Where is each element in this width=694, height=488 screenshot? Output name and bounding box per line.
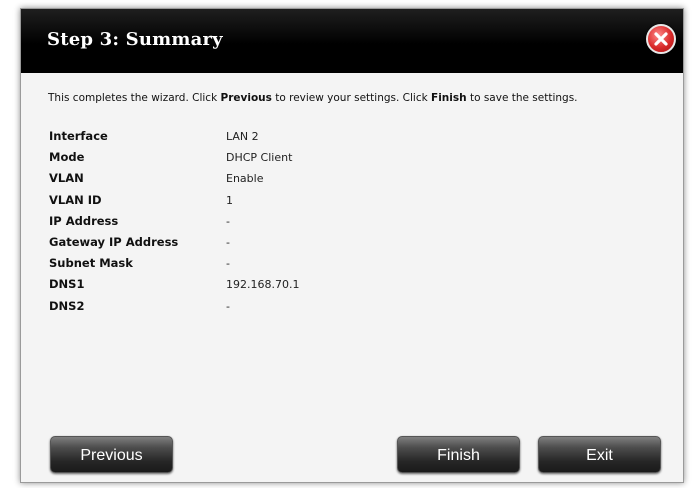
summary-value: LAN 2 <box>226 130 259 143</box>
summary-row-vlan-id: VLAN ID 1 <box>49 190 299 211</box>
summary-row-dns2: DNS2 - <box>49 296 299 317</box>
finish-button[interactable]: Finish <box>397 436 520 473</box>
summary-row-mode: Mode DHCP Client <box>49 147 299 168</box>
summary-label: VLAN <box>49 171 84 186</box>
summary-label: Interface <box>49 129 108 143</box>
intro-text-part3: to save the settings. <box>466 92 578 104</box>
summary-label: VLAN ID <box>49 192 102 207</box>
summary-label: DNS2 <box>49 298 85 313</box>
intro-text-part1: This completes the wizard. Click <box>48 92 221 104</box>
close-button[interactable] <box>646 24 676 54</box>
dialog-titlebar: Step 3: Summary <box>21 9 683 73</box>
intro-finish-word: Finish <box>431 92 467 104</box>
summary-row-dns1: DNS1 192.168.70.1 <box>49 274 299 295</box>
exit-button[interactable]: Exit <box>538 436 661 473</box>
summary-value: - <box>226 299 230 313</box>
summary-row-ip-address: IP Address - <box>49 211 299 232</box>
summary-row-interface: Interface LAN 2 <box>49 126 299 147</box>
summary-value: - <box>226 257 230 271</box>
summary-label: Gateway IP Address <box>49 234 179 249</box>
summary-value: - <box>226 214 230 228</box>
summary-label: DNS1 <box>49 277 85 292</box>
close-icon <box>654 32 668 46</box>
summary-value: - <box>226 235 230 249</box>
summary-value: DHCP Client <box>226 151 293 165</box>
intro-previous-word: Previous <box>220 92 272 104</box>
summary-row-gateway: Gateway IP Address - <box>49 232 299 253</box>
summary-table: Interface LAN 2 Mode DHCP Client VLAN En… <box>49 126 299 317</box>
wizard-dialog: Step 3: Summary This completes the wizar… <box>20 8 684 483</box>
summary-row-vlan: VLAN Enable <box>49 168 299 189</box>
summary-label: IP Address <box>49 213 119 228</box>
intro-text-part2: to review your settings. Click <box>271 92 432 104</box>
previous-button[interactable]: Previous <box>50 436 173 473</box>
summary-value: Enable <box>226 172 264 186</box>
dialog-title: Step 3: Summary <box>47 29 223 50</box>
summary-label: Subnet Mask <box>49 256 133 271</box>
intro-text: This completes the wizard. Click Previou… <box>48 92 668 104</box>
summary-label: Mode <box>49 150 85 165</box>
summary-row-subnet-mask: Subnet Mask - <box>49 253 299 274</box>
summary-value: 1 <box>226 193 233 207</box>
summary-value: 192.168.70.1 <box>226 278 300 292</box>
